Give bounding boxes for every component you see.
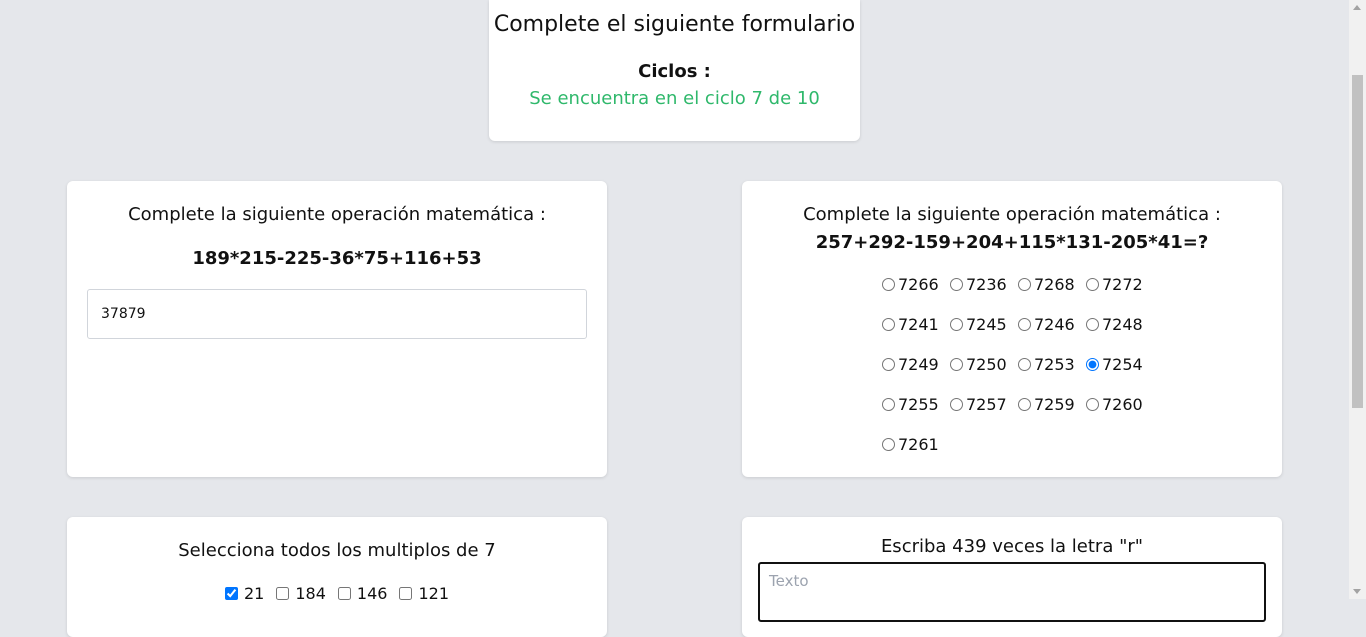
radio-option[interactable]: 7254 [1086, 354, 1154, 374]
radio-option[interactable]: 7253 [1018, 354, 1086, 374]
checkbox-option[interactable]: 121 [399, 584, 449, 603]
radio-option[interactable]: 7249 [882, 354, 950, 374]
text-card: Escriba 439 veces la letra "r" [742, 517, 1282, 637]
radio-option-label: 7248 [1102, 314, 1143, 334]
radio-option[interactable]: 7246 [1018, 314, 1086, 334]
radio-button[interactable] [882, 437, 895, 451]
radio-button[interactable] [950, 277, 963, 291]
checkbox-label: 21 [244, 584, 265, 603]
radio-option-label: 7268 [1034, 274, 1075, 294]
checkbox[interactable] [276, 587, 290, 600]
scroll-down-arrow-icon[interactable] [1353, 589, 1361, 594]
radio-button[interactable] [1018, 277, 1031, 291]
radio-button[interactable] [1086, 357, 1099, 371]
radio-option-label: 7253 [1034, 354, 1075, 374]
radio-option[interactable]: 7250 [950, 354, 1018, 374]
radio-option-label: 7260 [1102, 394, 1143, 414]
multiples-card: Selecciona todos los multiplos de 7 21 18… [67, 517, 607, 637]
checkbox-option[interactable]: 21 [225, 584, 264, 603]
multiples-options: 21 184 146 121 [67, 584, 607, 603]
checkbox-option[interactable]: 146 [337, 584, 388, 603]
radio-button[interactable] [950, 397, 963, 411]
radio-option-label: 7246 [1034, 314, 1075, 334]
radio-options: 7266 7236 7268 7272 7241 7245 7246 7248 7249 7250… [882, 274, 1162, 454]
math-input-expression: 189*215-225-36*75+116+53 [192, 248, 482, 269]
radio-option[interactable]: 7272 [1086, 274, 1154, 294]
radio-option[interactable]: 7255 [882, 394, 950, 414]
radio-button[interactable] [1018, 397, 1031, 411]
radio-option[interactable]: 7261 [882, 434, 950, 454]
answer-input[interactable] [87, 289, 587, 339]
math-radio-prompt: Complete la siguiente operación matemáti… [803, 204, 1221, 225]
radio-option-label: 7245 [966, 314, 1007, 334]
checkbox-label: 184 [295, 584, 326, 603]
checkbox-option[interactable]: 184 [276, 584, 326, 603]
radio-option[interactable]: 7245 [950, 314, 1018, 334]
radio-button[interactable] [882, 277, 895, 291]
checkbox-label: 146 [356, 584, 388, 603]
radio-option[interactable]: 7268 [1018, 274, 1086, 294]
radio-button[interactable] [882, 397, 895, 411]
checkbox[interactable] [337, 587, 351, 600]
checkbox-label: 121 [418, 584, 449, 603]
radio-button[interactable] [882, 317, 895, 331]
radio-button[interactable] [950, 317, 963, 331]
radio-button[interactable] [1018, 357, 1031, 371]
cycle-status: Se encuentra en el ciclo 7 de 10 [529, 88, 820, 109]
radio-option-label: 7261 [898, 434, 939, 454]
scroll-up-arrow-icon[interactable] [1353, 5, 1361, 10]
radio-option-label: 7259 [1034, 394, 1075, 414]
scroll-thumb[interactable] [1352, 75, 1363, 408]
radio-option-label: 7272 [1102, 274, 1143, 294]
radio-option-label: 7257 [966, 394, 1007, 414]
radio-option[interactable]: 7260 [1086, 394, 1154, 414]
math-radio-expression: 257+292-159+204+115*131-205*41=? [815, 232, 1209, 253]
radio-option[interactable]: 7236 [950, 274, 1018, 294]
multiples-prompt: Selecciona todos los multiplos de 7 [178, 540, 496, 561]
radio-option-label: 7241 [898, 314, 939, 334]
checkbox[interactable] [225, 587, 238, 600]
text-input[interactable] [758, 562, 1266, 622]
radio-option[interactable]: 7259 [1018, 394, 1086, 414]
radio-option[interactable]: 7257 [950, 394, 1018, 414]
header-card: Complete el siguiente formulario Ciclos … [489, 0, 860, 141]
radio-button[interactable] [1086, 277, 1099, 291]
checkbox[interactable] [399, 587, 413, 600]
radio-option[interactable]: 7266 [882, 274, 950, 294]
page-title: Complete el siguiente formulario [493, 12, 856, 37]
radio-option-label: 7266 [898, 274, 939, 294]
radio-option-label: 7254 [1102, 354, 1143, 374]
cycles-label: Ciclos : [638, 61, 711, 82]
math-radio-card: Complete la siguiente operación matemáti… [742, 181, 1282, 477]
text-prompt: Escriba 439 veces la letra "r" [880, 536, 1144, 557]
radio-button[interactable] [1086, 397, 1099, 411]
scrollbar[interactable] [1349, 0, 1366, 599]
radio-option-label: 7250 [966, 354, 1007, 374]
radio-option[interactable]: 7241 [882, 314, 950, 334]
math-input-card: Complete la siguiente operación matemáti… [67, 181, 607, 477]
radio-button[interactable] [950, 357, 963, 371]
math-input-prompt: Complete la siguiente operación matemáti… [128, 204, 546, 225]
radio-option[interactable]: 7248 [1086, 314, 1154, 334]
radio-option-label: 7236 [966, 274, 1007, 294]
radio-option-label: 7255 [898, 394, 939, 414]
radio-button[interactable] [1018, 317, 1031, 331]
radio-button[interactable] [882, 357, 895, 371]
radio-option-label: 7249 [898, 354, 939, 374]
radio-button[interactable] [1086, 317, 1099, 331]
